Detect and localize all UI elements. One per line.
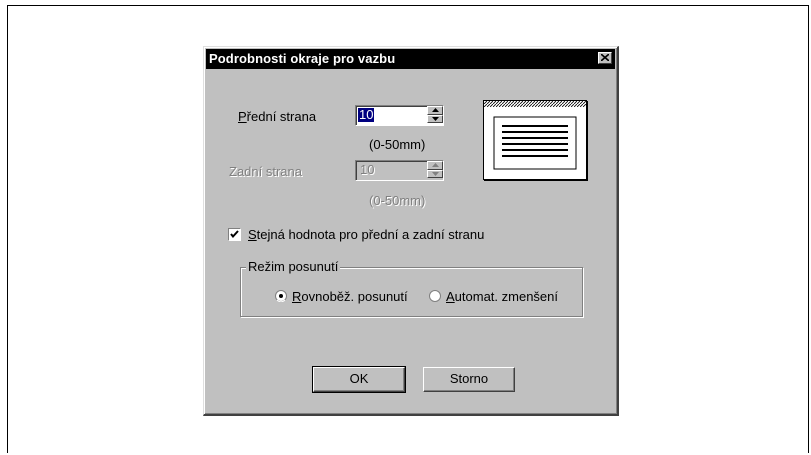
dialog-title: Podrobnosti okraje pro vazbu	[209, 51, 396, 66]
back-side-value: 10	[360, 162, 375, 177]
front-side-label-key: P	[238, 109, 247, 124]
spin-down-icon	[432, 117, 439, 121]
same-value-label-rest: tejná hodnota pro přední a zadní stranu	[256, 227, 485, 242]
radio-parallel-shift-key: R	[292, 289, 302, 304]
same-value-checkbox[interactable]	[228, 228, 241, 241]
radio-dot-icon	[279, 294, 283, 298]
front-side-spinner[interactable]: 10	[355, 105, 444, 126]
spin-down-icon	[432, 172, 439, 176]
spin-up-icon	[432, 163, 439, 167]
spin-up-icon	[432, 108, 439, 112]
back-side-spinner[interactable]: 10	[355, 160, 444, 181]
close-button[interactable]	[598, 52, 612, 64]
check-icon	[230, 230, 239, 239]
back-side-label: Zadní strana	[229, 164, 302, 179]
radio-auto-reduce-rest: utomat. zmenšení	[454, 289, 558, 304]
back-side-range: (0-50mm)	[369, 193, 426, 208]
ok-button[interactable]: OK	[312, 366, 406, 393]
front-side-label-rest: řední strana	[246, 109, 317, 124]
radio-parallel-shift-label: Rovnoběž. posunutí	[292, 289, 408, 304]
radio-auto-reduce-label: Automat. zmenšení	[446, 289, 558, 304]
radio-auto-reduce[interactable]	[429, 290, 441, 302]
front-spin-up-button[interactable]	[427, 106, 443, 115]
same-value-label-key: S	[248, 227, 257, 242]
binding-margin-dialog: Podrobnosti okraje pro vazbu Přední stra…	[203, 46, 619, 416]
cancel-button[interactable]: Storno	[423, 367, 515, 392]
same-value-label: Stejná hodnota pro přední a zadní stranu	[248, 227, 484, 242]
title-bar: Podrobnosti okraje pro vazbu	[206, 49, 615, 69]
shift-mode-legend: Režim posunutí	[246, 259, 341, 274]
radio-parallel-shift-rest: ovnoběž. posunutí	[301, 289, 408, 304]
front-side-value[interactable]: 10	[358, 108, 375, 122]
back-spin-down-button[interactable]	[427, 170, 443, 178]
close-icon	[601, 54, 609, 61]
radio-auto-reduce-key: A	[446, 289, 455, 304]
page-preview-icon	[483, 100, 587, 180]
radio-parallel-shift[interactable]	[275, 290, 287, 302]
front-spin-down-button[interactable]	[427, 115, 443, 123]
front-side-label: Přední strana	[238, 109, 316, 124]
front-side-range: (0-50mm)	[369, 137, 426, 152]
back-spin-up-button[interactable]	[427, 161, 443, 170]
